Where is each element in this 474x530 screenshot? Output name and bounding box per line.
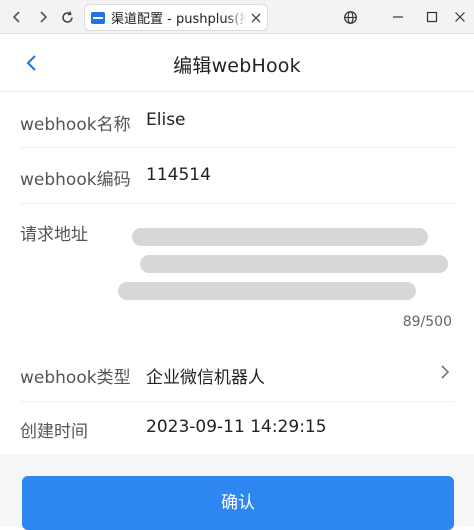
spacer <box>0 338 474 346</box>
created-row: 创建时间 2023-09-11 14:29:15 <box>0 402 474 454</box>
type-select[interactable]: 企业微信机器人 <box>146 363 265 388</box>
url-label: 请求地址 <box>20 225 88 245</box>
code-field[interactable]: 114514 <box>146 165 211 185</box>
maximize-icon[interactable] <box>420 0 444 34</box>
redacted-text <box>118 282 416 300</box>
created-value: 2023-09-11 14:29:15 <box>146 417 327 437</box>
url-textarea[interactable] <box>118 218 454 304</box>
pushplus-logo-icon <box>91 11 105 24</box>
globe-icon[interactable] <box>338 0 362 34</box>
name-row: webhook名称 Elise <box>0 93 474 147</box>
url-char-counter: 89/500 <box>402 314 452 330</box>
page-title: 编辑webHook <box>173 55 301 77</box>
redacted-text <box>140 255 448 273</box>
redacted-text <box>132 228 428 246</box>
created-label: 创建时间 <box>20 422 88 442</box>
close-icon[interactable] <box>448 0 472 34</box>
code-row: webhook编码 114514 <box>0 148 474 202</box>
page-header: 编辑webHook <box>0 34 474 92</box>
confirm-button[interactable]: 确认 <box>22 476 454 530</box>
back-arrow-icon[interactable] <box>4 0 30 34</box>
chevron-right-icon[interactable] <box>440 364 450 384</box>
name-field[interactable]: Elise <box>146 110 186 130</box>
tab-title: 渠道配置 - pushplus(推送加) <box>111 12 247 27</box>
type-label: webhook类型 <box>20 368 131 388</box>
browser-toolbar: 渠道配置 - pushplus(推送加) <box>0 0 474 34</box>
minimize-icon[interactable] <box>386 0 410 34</box>
url-row: 请求地址 89/500 <box>0 204 474 338</box>
browser-tab[interactable]: 渠道配置 - pushplus(推送加) <box>84 4 268 31</box>
forward-arrow-icon[interactable] <box>30 0 56 34</box>
tab-close-icon[interactable] <box>251 13 261 23</box>
reload-icon[interactable] <box>54 0 80 34</box>
type-row[interactable]: webhook类型 企业微信机器人 <box>0 346 474 400</box>
code-label: webhook编码 <box>20 170 131 190</box>
name-label: webhook名称 <box>20 115 131 135</box>
